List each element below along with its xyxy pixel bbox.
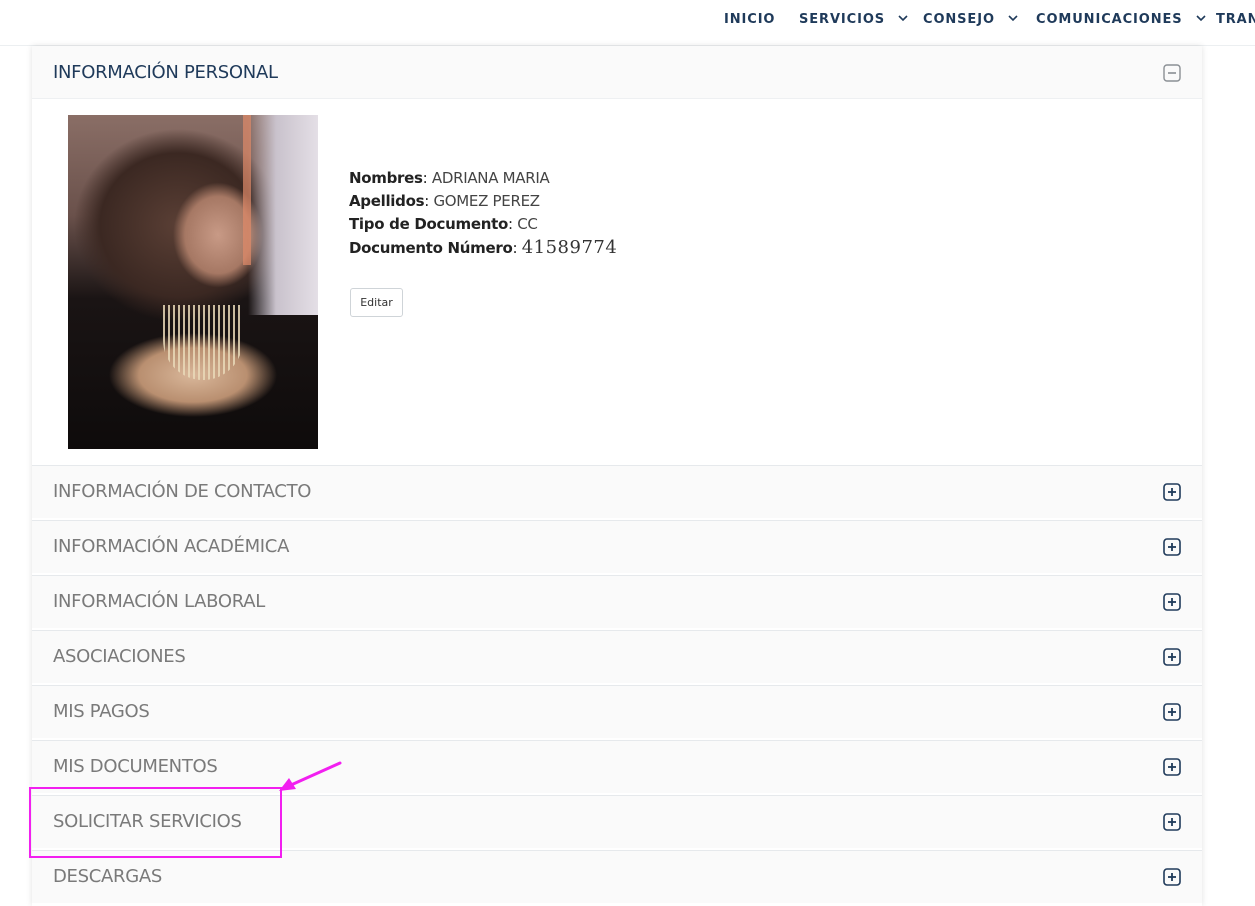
field-value: GOMEZ PEREZ: [433, 192, 540, 210]
nav-item-consejo[interactable]: CONSEJO: [923, 12, 1018, 28]
top-navigation: INICIO SERVICIOS CONSEJO COMUNICACIONES …: [0, 0, 1255, 46]
panel-title: INFORMACIÓN ACADÉMICA: [53, 536, 290, 557]
field-value: ADRIANA MARIA: [431, 169, 550, 187]
field-nombres: Nombres: ADRIANA MARIA: [349, 169, 550, 187]
nav-item-label: TRAN: [1216, 12, 1255, 27]
panel-descargas[interactable]: DESCARGAS: [32, 850, 1202, 903]
panel-solicitar-servicios[interactable]: SOLICITAR SERVICIOS: [32, 795, 1202, 848]
profile-photo: [68, 115, 318, 449]
panel-asociaciones[interactable]: ASOCIACIONES: [32, 630, 1202, 683]
panel-informacion-de-contacto[interactable]: INFORMACIÓN DE CONTACTO: [32, 465, 1202, 518]
chevron-down-icon: [898, 14, 909, 21]
nav-item-label: COMUNICACIONES: [1036, 12, 1183, 27]
nav-item-label: INICIO: [724, 12, 776, 27]
plus-square-icon[interactable]: [1163, 868, 1181, 886]
profile-accordion: INFORMACIÓN PERSONAL Nombres: ADRIANA MA…: [32, 46, 1202, 906]
panel-title: DESCARGAS: [53, 866, 163, 887]
nav-item-comunicaciones[interactable]: COMUNICACIONES: [1036, 12, 1206, 28]
plus-square-icon[interactable]: [1163, 813, 1181, 831]
nav-item-label: SERVICIOS: [799, 12, 886, 27]
panel-informacion-academica[interactable]: INFORMACIÓN ACADÉMICA: [32, 520, 1202, 573]
nav-item-label: CONSEJO: [923, 12, 995, 27]
plus-square-icon[interactable]: [1163, 538, 1181, 556]
field-value: CC: [517, 215, 538, 233]
panel-mis-pagos[interactable]: MIS PAGOS: [32, 685, 1202, 738]
field-tipo-documento: Tipo de Documento: CC: [349, 215, 538, 233]
plus-square-icon[interactable]: [1163, 758, 1181, 776]
field-label: Nombres: [349, 169, 423, 187]
panel-title: INFORMACIÓN DE CONTACTO: [53, 481, 312, 502]
chevron-down-icon: [1008, 14, 1018, 21]
panel-title: ASOCIACIONES: [53, 646, 186, 667]
panel-title: MIS DOCUMENTOS: [53, 756, 218, 777]
field-documento-numero: Documento Número: 41589774: [349, 237, 618, 258]
chevron-down-icon: [1196, 14, 1206, 21]
field-label: Apellidos: [349, 192, 425, 210]
field-label: Tipo de Documento: [349, 215, 508, 233]
minus-square-icon[interactable]: [1163, 64, 1181, 82]
panel-mis-documentos[interactable]: MIS DOCUMENTOS: [32, 740, 1202, 793]
nav-item-inicio[interactable]: INICIO: [724, 12, 775, 28]
panel-title: MIS PAGOS: [53, 701, 150, 722]
plus-square-icon[interactable]: [1163, 483, 1181, 501]
panel-informacion-laboral[interactable]: INFORMACIÓN LABORAL: [32, 575, 1202, 628]
panel-title: INFORMACIÓN LABORAL: [53, 591, 265, 612]
panel-title: INFORMACIÓN PERSONAL: [53, 62, 278, 83]
plus-square-icon[interactable]: [1163, 648, 1181, 666]
plus-square-icon[interactable]: [1163, 703, 1181, 721]
nav-item-servicios[interactable]: SERVICIOS: [799, 12, 909, 28]
panel-title: SOLICITAR SERVICIOS: [53, 811, 242, 832]
panel-header-informacion-personal[interactable]: INFORMACIÓN PERSONAL: [32, 46, 1202, 99]
nav-item-tran[interactable]: TRAN: [1216, 12, 1255, 28]
personal-info: Nombres: ADRIANA MARIA Apellidos: GOMEZ …: [349, 167, 949, 260]
field-apellidos: Apellidos: GOMEZ PEREZ: [349, 192, 540, 210]
plus-square-icon[interactable]: [1163, 593, 1181, 611]
field-label: Documento Número: [349, 239, 513, 257]
field-value: 41589774: [521, 237, 618, 258]
edit-button[interactable]: Editar: [350, 288, 403, 317]
